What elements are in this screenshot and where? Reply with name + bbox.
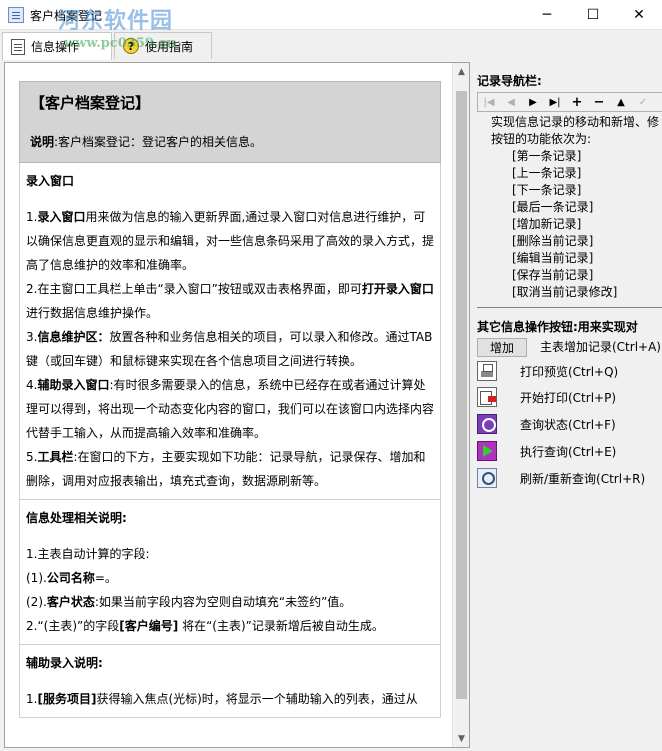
- list-item: [增加新记录]: [512, 217, 582, 231]
- divider: [477, 307, 662, 308]
- query-status-item: 查询状态(Ctrl+F): [477, 413, 616, 435]
- list-item: [删除当前记录]: [512, 234, 594, 248]
- query-status-icon[interactable]: [477, 414, 497, 434]
- paragraph: 1.主表自动计算的字段:: [26, 547, 150, 561]
- execute-query-item: 执行查询(Ctrl+E): [477, 440, 616, 462]
- nav-description: 实现信息记录的移动和新增、修 按钮的功能依次为:: [491, 115, 660, 146]
- add-record-button[interactable]: +: [566, 93, 588, 111]
- paragraph: 4.辅助录入窗口:有时很多需要录入的信息，系统中已经存在或者通过计算处理可以得到…: [26, 378, 435, 440]
- save-record-button[interactable]: ✓: [632, 93, 654, 111]
- nav-title: 记录导航栏:: [477, 74, 542, 88]
- paragraph: (1).公司名称=。: [26, 571, 117, 585]
- paragraph: 2.“(主表)”的字段[客户编号] 将在“(主表)”记录新增后被自动生成。: [26, 619, 384, 633]
- paragraph: 5.工具栏:在窗口的下方，主要实现如下功能：记录导航，记录保存、增加和删除，调用…: [26, 450, 426, 488]
- paragraph: 3.信息维护区：放置各种和业务信息相关的项目，可以录入和修改。通过TAB键（或回…: [26, 330, 433, 368]
- list-item: [最后一条记录]: [512, 200, 594, 214]
- app-icon: [8, 7, 24, 23]
- list-item: [编辑当前记录]: [512, 251, 594, 265]
- list-item: [保存当前记录]: [512, 268, 594, 282]
- paragraph: 2.在主窗口工具栏上单击“录入窗口”按钮或双击表格界面，即可打开录入窗口进行数据…: [26, 282, 434, 320]
- other-ops-title: 其它信息操作按钮:用来实现对: [477, 320, 638, 334]
- print-preview-item: 打印预览(Ctrl+Q): [477, 360, 618, 382]
- title-bar: 客户档案登记 河东软件园 ─ ☐ ✕: [0, 0, 662, 34]
- vertical-scrollbar[interactable]: ▲ ▼: [452, 63, 469, 747]
- close-button[interactable]: ✕: [616, 0, 662, 30]
- start-print-icon[interactable]: [477, 387, 497, 407]
- scroll-thumb[interactable]: [456, 91, 467, 699]
- section-heading: 录入窗口: [26, 174, 75, 188]
- execute-query-icon[interactable]: [477, 441, 497, 461]
- minimize-button[interactable]: ─: [524, 0, 570, 30]
- refresh-item: 刷新/重新查询(Ctrl+R): [477, 467, 645, 489]
- paragraph: 1.[服务项目]获得输入焦点(光标)时，将显示一个辅助输入的列表，通过从: [26, 692, 418, 706]
- section-heading: 辅助录入说明:: [26, 656, 103, 670]
- maximize-button[interactable]: ☐: [570, 0, 616, 30]
- prev-record-button[interactable]: ◀: [500, 93, 522, 111]
- list-item: [上一条记录]: [512, 166, 582, 180]
- help-document: 【客户档案登记】 说明:客户档案登记：登记客户的相关信息。 录入窗口 1.录入窗…: [19, 81, 441, 718]
- doc-header: 【客户档案登记】 说明:客户档案登记：登记客户的相关信息。: [19, 81, 441, 163]
- list-item: [取消当前记录修改]: [512, 285, 618, 299]
- watermark-url: www.pc0359.cn: [64, 36, 176, 51]
- edit-record-button[interactable]: ▲: [610, 93, 632, 111]
- print-preview-icon[interactable]: [477, 361, 497, 381]
- app-window: 客户档案登记 河东软件园 ─ ☐ ✕ 信息操作 ? 使用指南 www.pc035…: [0, 0, 662, 751]
- add-description: 主表增加记录(Ctrl+A): [540, 340, 661, 354]
- first-record-button[interactable]: |◀: [478, 93, 500, 111]
- record-navigator: |◀ ◀ ▶ ▶| + − ▲ ✓: [477, 92, 662, 112]
- nav-button-list: [第一条记录] [上一条记录] [下一条记录] [最后一条记录] [增加新记录]…: [512, 148, 617, 301]
- side-panel: 记录导航栏: |◀ ◀ ▶ ▶| + − ▲ ✓ 实现信息记录的移动和新增、修 …: [472, 62, 662, 751]
- last-record-button[interactable]: ▶|: [544, 93, 566, 111]
- doc-description: 说明:客户档案登记：登记客户的相关信息。: [30, 135, 263, 149]
- section-entry-window: 录入窗口 1.录入窗口用来做为信息的输入更新界面,通过录入窗口对信息进行维护，可…: [19, 163, 441, 500]
- help-document-pane[interactable]: 【客户档案登记】 说明:客户档案登记：登记客户的相关信息。 录入窗口 1.录入窗…: [4, 62, 470, 748]
- refresh-icon[interactable]: [477, 468, 497, 488]
- section-auxiliary-entry: 辅助录入说明: 1.[服务项目]获得输入焦点(光标)时，将显示一个辅助输入的列表…: [19, 645, 441, 718]
- paragraph: 1.录入窗口用来做为信息的输入更新界面,通过录入窗口对信息进行维护，可以确保信息…: [26, 210, 435, 272]
- scroll-down-arrow-icon[interactable]: ▼: [453, 730, 469, 747]
- next-record-button[interactable]: ▶: [522, 93, 544, 111]
- paragraph: (2).客户状态:如果当前字段内容为空则自动填充“未签约”值。: [26, 595, 352, 609]
- section-processing-notes: 信息处理相关说明: 1.主表自动计算的字段: (1).公司名称=。 (2).客户…: [19, 500, 441, 645]
- delete-record-button[interactable]: −: [588, 93, 610, 111]
- document-icon: [11, 38, 25, 55]
- start-print-item: 开始打印(Ctrl+P): [477, 386, 616, 408]
- list-item: [第一条记录]: [512, 149, 582, 163]
- list-item: [下一条记录]: [512, 183, 582, 197]
- doc-title: 【客户档案登记】: [30, 94, 151, 112]
- section-heading: 信息处理相关说明:: [26, 511, 127, 525]
- add-button[interactable]: 增加: [477, 338, 527, 357]
- scroll-up-arrow-icon[interactable]: ▲: [453, 63, 469, 80]
